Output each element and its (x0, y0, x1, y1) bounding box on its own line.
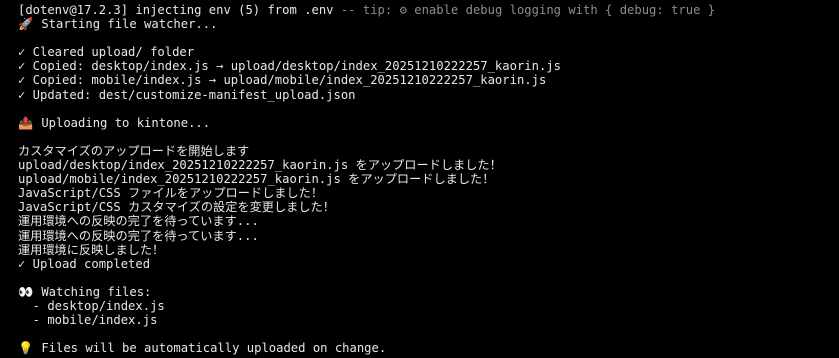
log-line-mobile-uploaded: upload/mobile/index_20251210222257_kaori… (18, 172, 495, 187)
footer-line: 💡 Files will be automatically uploaded o… (18, 341, 839, 355)
footer-text: Files will be automatically uploaded on … (34, 341, 387, 356)
log-line-updated-manifest: ✓ Updated: dest/customize-manifest_uploa… (18, 87, 356, 102)
log-line-settings-changed: JavaScript/CSS カスタマイズの設定を変更しました！ (18, 200, 335, 215)
gear-icon: ⚙ (399, 3, 407, 17)
dotenv-line: [dotenv@17.2.3] injecting env (5) from .… (18, 3, 839, 17)
starting-text: Starting file watcher... (34, 17, 218, 32)
watched-file-item: - mobile/index.js (18, 313, 158, 328)
watching-line: 👀 Watching files: (18, 285, 839, 299)
watched-file-item: - desktop/index.js (18, 298, 165, 313)
log-line-copied-desktop: ✓ Copied: desktop/index.js → upload/desk… (18, 59, 561, 74)
dotenv-tip: enable debug logging with { debug: true … (406, 3, 716, 17)
log-line-cleared: ✓ Cleared upload/ folder (18, 45, 195, 60)
log-line-deployed: 運用環境に反映しました！ (18, 242, 165, 257)
rocket-icon: 🚀 (18, 17, 34, 32)
uploading-text: Uploading to kintone... (34, 115, 211, 130)
log-line-waiting-deploy: 運用環境への反映の完了を待っています... (18, 214, 259, 229)
dotenv-prefix: [dotenv@17.2.3] injecting env (5) from .… (18, 3, 334, 17)
uploading-line: 📤 Uploading to kintone... (18, 116, 839, 130)
log-line-waiting-deploy: 運用環境への反映の完了を待っています... (18, 228, 259, 243)
log-line-upload-completed: ✓ Upload completed (18, 256, 151, 271)
log-line-upload-start: カスタマイズのアップロードを開始します (18, 143, 250, 158)
log-line-files-uploaded: JavaScript/CSS ファイルをアップロードしました！ (18, 186, 324, 201)
log-line-copied-mobile: ✓ Copied: mobile/index.js → upload/mobil… (18, 73, 547, 88)
eyes-icon: 👀 (18, 284, 34, 299)
dotenv-separator: -- tip: (333, 3, 400, 17)
light-bulb-icon: 💡 (18, 341, 34, 356)
starting-line: 🚀 Starting file watcher... (18, 17, 839, 31)
watching-text: Watching files: (34, 284, 152, 299)
outbox-tray-icon: 📤 (18, 115, 34, 130)
log-line-desktop-uploaded: upload/desktop/index_20251210222257_kaor… (18, 158, 502, 173)
terminal-window[interactable]: [dotenv@17.2.3] injecting env (5) from .… (0, 0, 839, 358)
